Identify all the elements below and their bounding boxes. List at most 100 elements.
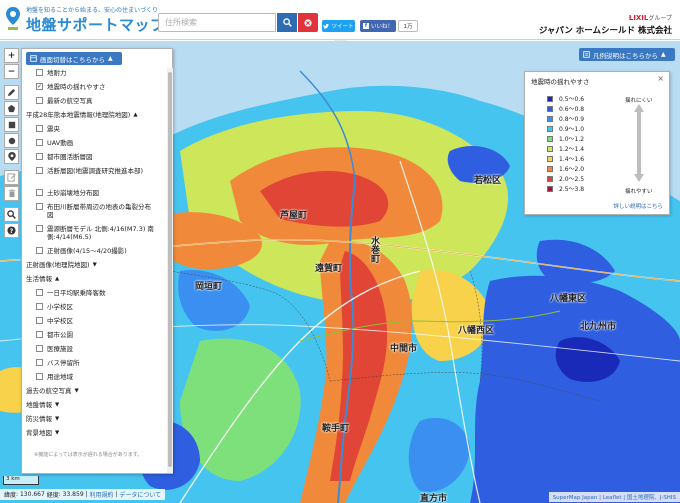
layer-item[interactable]: 医療施設	[22, 342, 164, 356]
company-name[interactable]: ジャパン ホームシールド 株式会社	[539, 24, 672, 36]
layer-panel-toggle[interactable]: 画面切替はこちらから ▲	[26, 52, 122, 65]
data-about-link[interactable]: データについて	[119, 490, 161, 499]
help-button[interactable]: ?	[4, 223, 19, 238]
layer-group-label: 背景地図	[26, 429, 52, 437]
layer-item[interactable]: 小学校区	[22, 300, 164, 314]
tweet-button[interactable]: ツイート	[322, 20, 355, 32]
search-map-button[interactable]	[4, 207, 19, 222]
layer-checkbox[interactable]	[36, 247, 43, 254]
marker-pin-icon	[7, 152, 16, 161]
layer-item[interactable]: 一日平均駅乗降客数	[22, 286, 164, 300]
layer-group-header[interactable]: 地盤情報 ▼	[22, 398, 164, 412]
layer-item[interactable]: バス停留所	[22, 356, 164, 370]
layer-checkbox[interactable]	[36, 331, 43, 338]
layer-item[interactable]: 土砂崩壊地分布図	[22, 186, 164, 200]
layer-group-header[interactable]: 過去の航空写真 ▼	[22, 384, 164, 398]
edit-layer-button[interactable]	[4, 170, 19, 185]
layer-item[interactable]: 活断層図(地震調査研究推進本部)	[22, 164, 164, 186]
layer-checkbox[interactable]	[36, 97, 43, 104]
draw-rectangle-button[interactable]	[4, 117, 19, 132]
layer-checkbox[interactable]	[36, 345, 43, 352]
legend-toggle-label: 凡例説明はこちらから	[593, 51, 658, 60]
layer-checkbox[interactable]	[36, 317, 43, 324]
layer-panel: 画面切替はこちらから ▲ 地耐力 ✓ 地震時の揺れやすさ最新の航空写真 平成28年熊本…	[21, 48, 173, 474]
terms-link[interactable]: 利用規約	[89, 490, 113, 499]
legend-close-icon[interactable]: ×	[657, 74, 664, 83]
layer-group-header[interactable]: 防災情報 ▼	[22, 412, 164, 426]
layer-item[interactable]: 都市公園	[22, 328, 164, 342]
app-title[interactable]: 地盤サポートマップ	[26, 14, 166, 35]
facebook-like-count: 1万	[398, 20, 418, 32]
layer-checkbox[interactable]	[36, 153, 43, 160]
draw-circle-button[interactable]	[4, 133, 19, 148]
search-button[interactable]	[277, 13, 297, 32]
zoom-out-button[interactable]: −	[4, 64, 19, 79]
layer-group-header[interactable]: 生活情報 ▲	[22, 272, 164, 286]
layer-group-header[interactable]: 平成28年熊本地震情報(地理院地図) ▲	[22, 108, 164, 122]
layer-checkbox[interactable]	[36, 139, 43, 146]
layer-scroll-area[interactable]: 地耐力 ✓ 地震時の揺れやすさ 最新の航空写真 平成28年熊本地震情報(地理院地図) ▲ 震…	[22, 66, 174, 475]
double-arrow-icon	[634, 104, 644, 182]
layer-item[interactable]: 最新の航空写真	[22, 94, 164, 108]
layer-item-label: 正射画像(4/15〜4/20撮影)	[47, 247, 127, 255]
layer-checkbox[interactable]	[36, 125, 43, 132]
logo-icon	[6, 7, 20, 30]
question-icon: ?	[7, 226, 16, 235]
layer-group-header[interactable]: 背景地図 ▼	[22, 426, 164, 440]
draw-marker-button[interactable]	[4, 149, 19, 164]
legend-toggle[interactable]: 凡例説明はこちらから ▲	[579, 48, 675, 61]
delete-layer-button[interactable]	[4, 186, 19, 201]
layer-scrollbar[interactable]	[167, 68, 173, 473]
draw-line-button[interactable]	[4, 85, 19, 100]
layer-item-label: 地耐力	[47, 69, 67, 77]
layer-checkbox[interactable]	[36, 69, 43, 76]
layer-item[interactable]: UAV動画	[22, 136, 164, 150]
lat-label: 緯度	[4, 492, 17, 499]
layer-checkbox[interactable]	[36, 167, 43, 174]
layer-group-header[interactable]: 正射画像(地理院地図) ▼	[22, 258, 164, 272]
layer-scrollbar-thumb[interactable]	[168, 72, 172, 467]
layer-item-label: 布田川断層帯周辺の地表の亀裂分布図	[47, 203, 151, 219]
pentagon-icon	[7, 104, 16, 113]
layer-checkbox[interactable]	[36, 303, 43, 310]
layer-checkbox[interactable]: ✓	[36, 83, 43, 90]
layer-checkbox[interactable]	[36, 203, 43, 210]
map-toolbar: + − ?	[4, 48, 19, 239]
legend-range-label: 2.0〜2.5	[559, 176, 585, 183]
legend-range-label: 0.5〜0.6	[559, 96, 585, 103]
svg-text:?: ?	[10, 228, 14, 235]
facebook-like-button[interactable]: f いいね！	[360, 20, 396, 32]
draw-polygon-button[interactable]	[4, 101, 19, 116]
legend-range-label: 0.6〜0.8	[559, 106, 585, 113]
layer-item-label: 医療施設	[47, 345, 73, 353]
zoom-in-button[interactable]: +	[4, 48, 19, 63]
layer-item[interactable]: 震央	[22, 122, 164, 136]
layer-checkbox[interactable]	[36, 359, 43, 366]
layer-item[interactable]: 用途地域	[22, 370, 164, 384]
layer-item-label: 地震時の揺れやすさ	[47, 83, 106, 91]
layer-item[interactable]: 地耐力	[22, 66, 164, 80]
clear-search-button[interactable]	[298, 13, 318, 32]
legend-hard-label: 揺れやすい	[625, 189, 653, 195]
map-attribution[interactable]: SuperMap Japan | Leaflet | 国土地理院、J-SHIS	[548, 492, 680, 502]
layer-checkbox[interactable]	[36, 289, 43, 296]
layer-item[interactable]: 正射画像(4/15〜4/20撮影)	[22, 244, 164, 258]
square-icon	[8, 121, 15, 128]
layer-item[interactable]: 中学校区	[22, 314, 164, 328]
layer-item[interactable]: 布田川断層帯周辺の地表の亀裂分布図	[22, 200, 164, 222]
coordinate-bar: 緯度: 130.667 経度: 33.859 | 利用規約 | データについて	[0, 489, 166, 500]
legend-panel: 地震時の揺れやすさ × 0.5〜0.6 0.6〜0.8 0.8〜0.9 0.9〜1.0…	[524, 71, 670, 215]
layer-checkbox[interactable]	[36, 189, 43, 196]
legend-range-label: 1.6〜2.0	[559, 166, 585, 173]
caret-down-icon: ▼	[92, 262, 97, 268]
address-search-input[interactable]	[158, 13, 276, 32]
layer-checkbox[interactable]	[36, 373, 43, 380]
layer-item[interactable]: 都市圏活断層図	[22, 150, 164, 164]
lon-value: 33.859	[62, 491, 84, 498]
layer-item-label: 活断層図(地震調査研究推進本部)	[47, 167, 144, 175]
layer-item[interactable]: 震源断層モデル 北側:4/16(M7.3) 南側:4/14(M6.5)	[22, 222, 164, 244]
layer-item-label: 震源断層モデル 北側:4/16(M7.3) 南側:4/14(M6.5)	[47, 225, 154, 241]
layer-item[interactable]: ✓ 地震時の揺れやすさ	[22, 80, 164, 94]
legend-detail-link[interactable]: 詳しい説明はこちら	[613, 202, 663, 210]
layer-checkbox[interactable]	[36, 225, 43, 232]
